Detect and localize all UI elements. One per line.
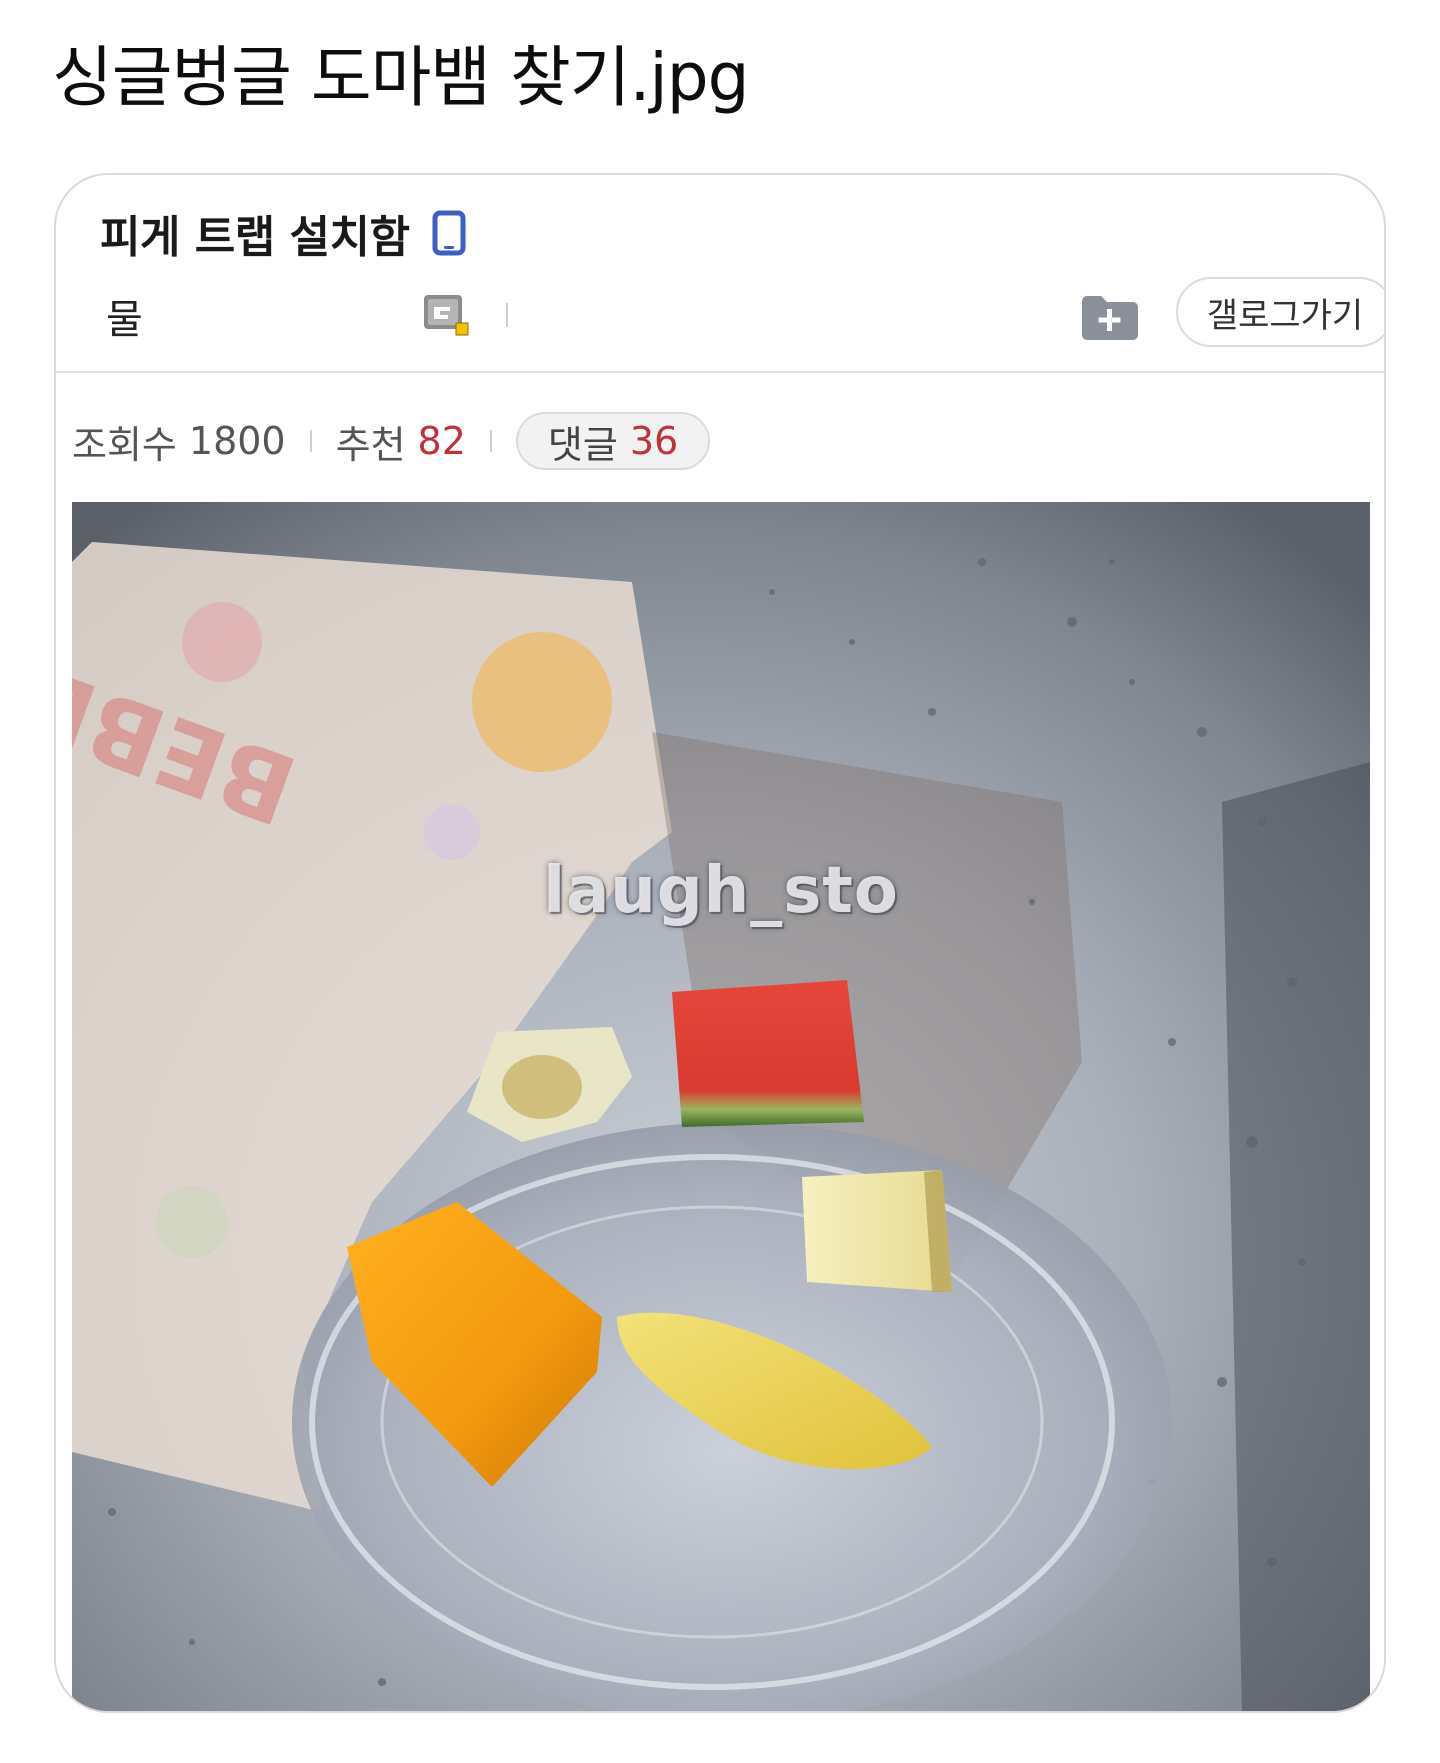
views-count: 1800	[188, 419, 286, 463]
separator	[309, 430, 312, 452]
post-card: 피게 트랩 설치함 물 갤로그가기 조회수 1800 추천 82 댓글 36 B…	[54, 173, 1386, 1713]
author-row: 물 갤로그가기	[106, 277, 1384, 353]
post-title-row: 피게 트랩 설치함	[100, 201, 466, 265]
folder-add-icon	[1082, 296, 1138, 340]
author-name[interactable]: 물	[106, 287, 143, 345]
comments-count: 36	[629, 419, 679, 463]
phone-icon	[432, 210, 466, 256]
divider	[56, 371, 1384, 373]
separator	[489, 430, 492, 452]
photo: BEBETO	[72, 502, 1370, 1711]
page-title: 싱글벙글 도마뱀 찾기.jpg	[52, 39, 750, 116]
post-stats: 조회수 1800 추천 82 댓글 36	[72, 411, 711, 471]
comments-label: 댓글	[547, 422, 618, 467]
user-badge-icon	[422, 293, 470, 337]
post-image[interactable]: BEBETO laugh_sto	[72, 502, 1370, 1711]
recommend-count: 82	[417, 419, 466, 463]
separator	[506, 303, 508, 327]
recommend-label: 추천	[335, 422, 406, 467]
folder-add-button[interactable]	[1080, 293, 1140, 341]
gallog-button[interactable]: 갤로그가기	[1176, 277, 1384, 347]
comments-button[interactable]: 댓글 36	[515, 412, 711, 470]
views-label: 조회수	[72, 422, 177, 467]
watermark: laugh_sto	[543, 854, 899, 928]
post-title: 피게 트랩 설치함	[100, 212, 410, 263]
